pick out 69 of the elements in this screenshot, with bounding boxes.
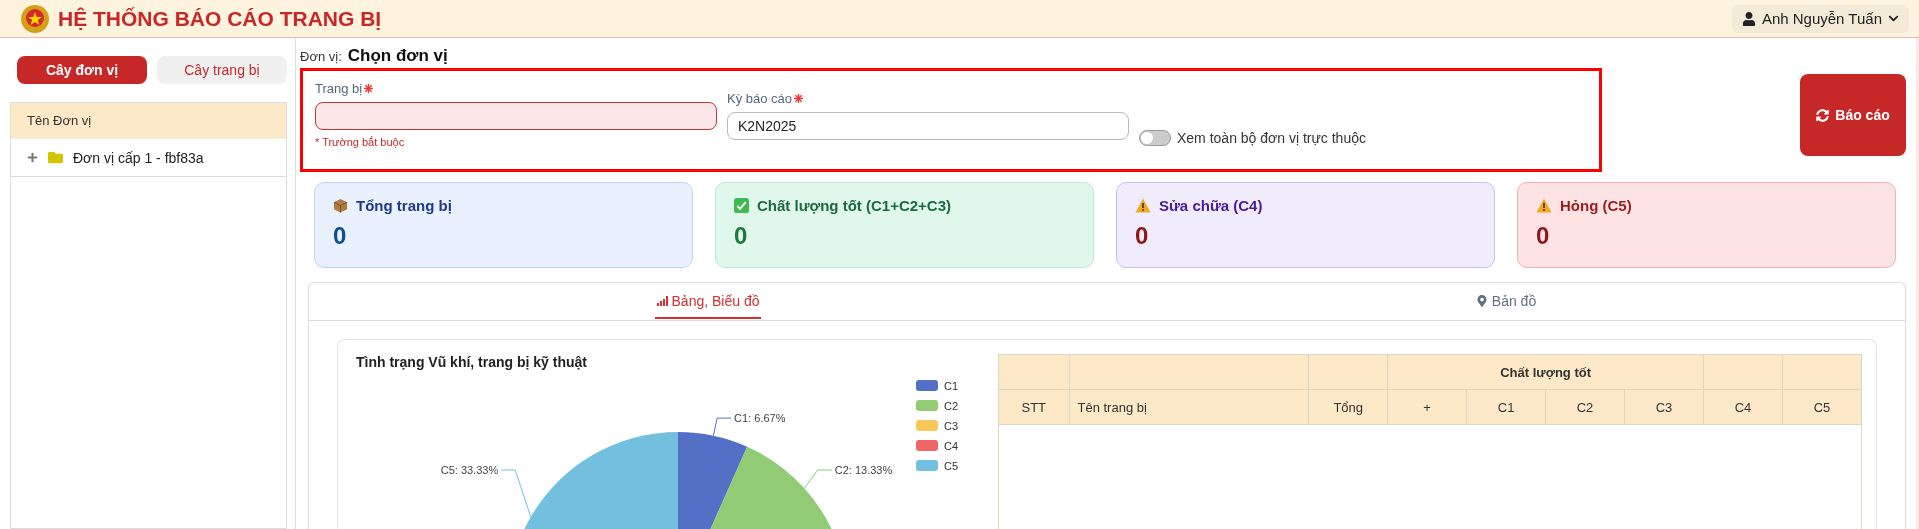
equipment-field[interactable] bbox=[315, 102, 717, 130]
stat-value: 0 bbox=[333, 222, 348, 250]
stat-label: Sửa chữa (C4) bbox=[1159, 197, 1263, 214]
period-field[interactable]: K2N2025 bbox=[727, 112, 1129, 140]
leader-line bbox=[500, 469, 532, 518]
report-button[interactable]: Báo cáo bbox=[1800, 74, 1906, 156]
legend-label: C1 bbox=[944, 380, 959, 392]
chart-title: Tình trạng Vũ khí, trang bị kỹ thuật bbox=[356, 354, 588, 370]
field-label: Trang bị bbox=[315, 81, 363, 96]
tree-header: Tên Đơn vị bbox=[11, 103, 286, 139]
asterisk-icon bbox=[794, 94, 804, 103]
chevron-down-icon bbox=[1888, 13, 1899, 24]
table-header-cell: + bbox=[1387, 389, 1467, 425]
legend-swatch bbox=[916, 380, 938, 391]
table-header-cell bbox=[998, 354, 1069, 390]
refresh-icon bbox=[1816, 108, 1830, 122]
stat-value: 0 bbox=[734, 222, 749, 250]
field-label: Kỳ báo cáo bbox=[727, 91, 793, 106]
warning-icon bbox=[1536, 198, 1552, 213]
tree-item[interactable]: Đơn vị cấp 1 - fbf83a bbox=[11, 139, 286, 177]
slice-label: C2: 13.33% bbox=[834, 464, 893, 476]
sidebar-tab[interactable]: Cây đơn vị bbox=[17, 56, 147, 84]
stat-value: 0 bbox=[1135, 222, 1150, 250]
warning-icon bbox=[1135, 198, 1151, 213]
view-tab[interactable]: Bảng, Biểu đồ bbox=[654, 284, 762, 319]
table-header-cell: C3 bbox=[1624, 389, 1704, 425]
table-header-cell: C1 bbox=[1466, 389, 1546, 425]
leader-line bbox=[712, 417, 732, 437]
legend-label: C2 bbox=[944, 400, 959, 412]
emblem-icon bbox=[20, 3, 50, 34]
legend-label: C4 bbox=[944, 440, 959, 452]
stat-value: 0 bbox=[1536, 222, 1551, 250]
legend-swatch bbox=[916, 400, 938, 411]
user-menu[interactable]: Anh Nguyễn Tuấn bbox=[1731, 4, 1909, 33]
folder-icon bbox=[48, 150, 63, 165]
map-pin-icon bbox=[1475, 294, 1488, 307]
expand-icon[interactable] bbox=[27, 152, 38, 163]
sidebar-tab[interactable]: Cây trang bị bbox=[157, 56, 287, 84]
asterisk-icon bbox=[364, 84, 374, 93]
table-header-cell: C4 bbox=[1703, 389, 1783, 425]
table-header-cell: C2 bbox=[1545, 389, 1625, 425]
legend-swatch bbox=[916, 440, 938, 451]
legend-label: C3 bbox=[944, 420, 959, 432]
toggle-label: Xem toàn bộ đơn vị trực thuộc bbox=[1177, 130, 1366, 146]
unit-value: Chọn đơn vị bbox=[347, 46, 448, 66]
legend-label: C5 bbox=[944, 460, 959, 472]
view-tab[interactable]: Bản đồ bbox=[1473, 284, 1539, 319]
table-header-cell: C5 bbox=[1782, 389, 1862, 425]
stat-label: Chất lượng tốt (C1+C2+C3) bbox=[757, 197, 952, 214]
tree-item-label: Đơn vị cấp 1 - fbf83a bbox=[73, 149, 204, 166]
box-icon bbox=[333, 198, 348, 213]
user-icon bbox=[1741, 11, 1756, 26]
legend-swatch bbox=[916, 460, 938, 471]
leader-line bbox=[803, 469, 833, 489]
slice-label: C5: 33.33% bbox=[440, 464, 499, 476]
table-group-header: Chất lượng tốt bbox=[1387, 354, 1704, 390]
toggle-switch[interactable] bbox=[1139, 130, 1171, 146]
unit-label: Đơn vị: bbox=[300, 49, 342, 64]
table-header-cell: Tên trang bị bbox=[1069, 389, 1309, 425]
table-header-cell: Tổng bbox=[1308, 389, 1388, 425]
slice-label: C1: 6.67% bbox=[734, 412, 786, 425]
check-icon bbox=[734, 198, 749, 213]
stat-label: Hỏng (C5) bbox=[1560, 197, 1632, 214]
legend-swatch bbox=[916, 420, 938, 431]
stat-label: Tổng trang bị bbox=[356, 197, 452, 214]
app-title: HỆ THỐNG BÁO CÁO TRANG BỊ bbox=[58, 6, 383, 31]
bar-chart-icon bbox=[656, 295, 668, 306]
error-message: * Trường bắt buộc bbox=[315, 136, 406, 148]
table-header-cell: STT bbox=[998, 389, 1069, 425]
